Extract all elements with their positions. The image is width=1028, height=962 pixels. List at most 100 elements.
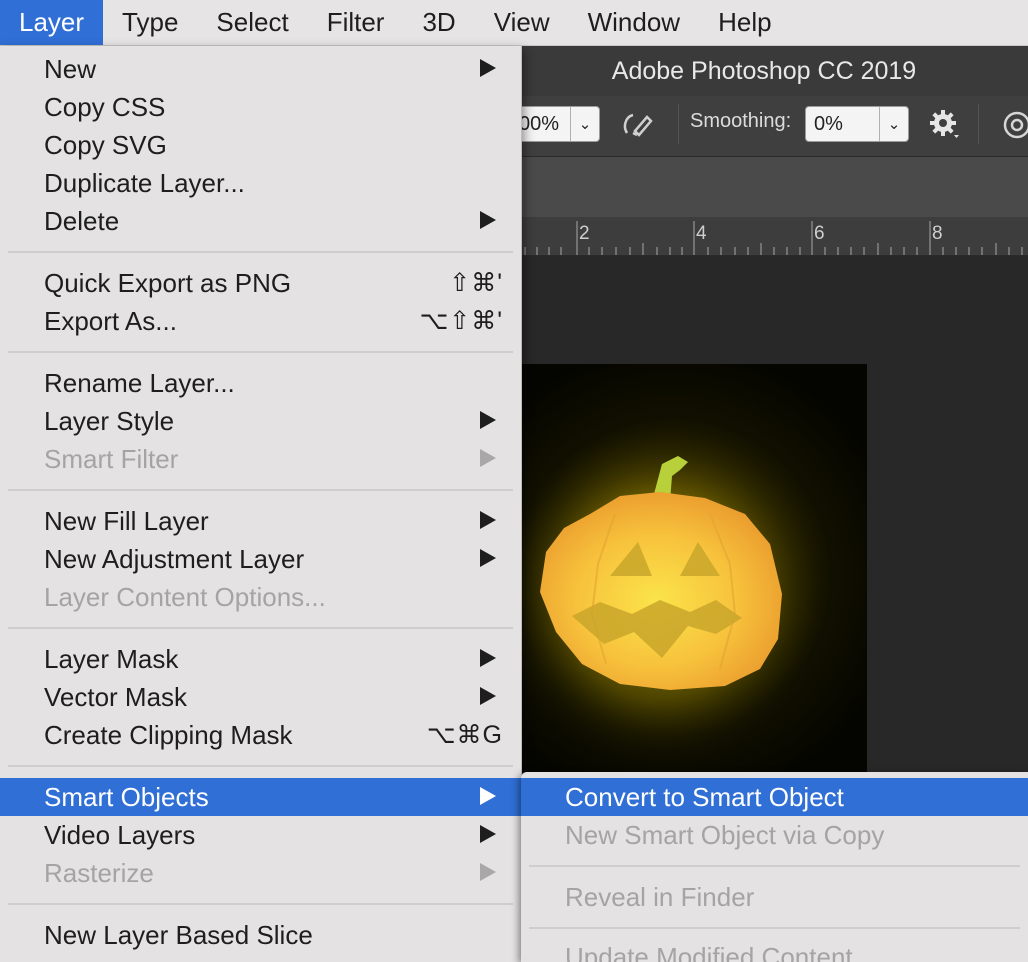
menu-item-label: Reveal in Finder [565,882,755,912]
toolbar-divider [978,104,979,144]
submenu-arrow-icon [480,687,496,705]
menu-item-label: New Layer Based Slice [44,920,313,950]
document-tab-bar [520,157,1028,217]
menubar-3d[interactable]: 3D [403,0,474,45]
menu-item-label: Export As... [44,306,177,336]
smoothing-select[interactable]: 0% ⌄ [805,106,909,142]
menu-item-label: Create Clipping Mask [44,720,293,750]
menu-item-delete[interactable]: Delete [0,202,521,240]
submenu-arrow-icon [480,787,496,805]
menu-separator [8,251,513,253]
shortcut-label: ⌥⇧⌘' [419,307,503,335]
airbrush-icon[interactable] [620,106,656,142]
menu-separator [8,489,513,491]
ruler-label: 2 [579,223,590,244]
submenu-arrow-icon [480,511,496,529]
flow-select[interactable]: 00% ⌄ [510,106,600,142]
submenu-arrow-icon [480,59,496,77]
ruler-label: 6 [814,223,825,244]
ruler-label: 8 [932,223,943,244]
menu-item-label: Duplicate Layer... [44,168,245,198]
submenu-arrow-icon [480,649,496,667]
menu-item-label: Layer Style [44,406,175,436]
gear-icon[interactable] [926,106,962,142]
horizontal-ruler: 2 4 6 8 [520,217,1028,256]
menu-item-quick-export-png[interactable]: Quick Export as PNG ⇧⌘' [0,264,521,302]
menu-item-label: Copy SVG [44,130,167,160]
menu-item-label: Video Layers [44,820,196,850]
options-bar: 00% ⌄ Smoothing: 0% ⌄ [510,96,1028,157]
menu-separator [8,765,513,767]
pumpkin-image [520,419,830,769]
menu-item-label: Smart Objects [44,782,209,812]
menu-item-duplicate-layer[interactable]: Duplicate Layer... [0,164,521,202]
menu-item-label: Copy CSS [44,92,166,122]
menu-item-label: Layer Mask [44,644,179,674]
smart-objects-submenu: Convert to Smart Object New Smart Object… [521,772,1028,962]
menubar-view[interactable]: View [475,0,569,45]
menu-bar: Layer Type Select Filter 3D View Window … [0,0,1028,46]
smoothing-label: Smoothing: [690,110,792,132]
menu-item-rename-layer[interactable]: Rename Layer... [0,364,521,402]
window-title: Adobe Photoshop CC 2019 [611,56,917,85]
menubar-select[interactable]: Select [197,0,307,45]
submenu-arrow-icon [480,549,496,567]
menu-item-export-as[interactable]: Export As... ⌥⇧⌘' [0,302,521,340]
menu-item-label: Vector Mask [44,682,188,712]
chevron-down-icon: ⌄ [570,107,599,141]
menu-item-reveal-in-finder: Reveal in Finder [521,878,1028,916]
menu-item-label: New Fill Layer [44,506,209,536]
submenu-arrow-icon [480,211,496,229]
menu-item-new-smart-object-via-copy: New Smart Object via Copy [521,816,1028,854]
menubar-window[interactable]: Window [569,0,699,45]
menu-item-copy-css[interactable]: Copy CSS [0,88,521,126]
submenu-arrow-icon [480,449,496,467]
shortcut-label: ⇧⌘' [449,269,503,297]
menu-item-new-layer-based-slice[interactable]: New Layer Based Slice [0,916,521,954]
menu-separator [529,865,1020,867]
submenu-arrow-icon [480,863,496,881]
menu-item-vector-mask[interactable]: Vector Mask [0,678,521,716]
menu-item-label: Smart Filter [44,444,179,474]
menu-item-label: Rasterize [44,858,154,888]
menu-separator [8,627,513,629]
document-canvas[interactable] [520,364,867,772]
menu-item-layer-mask[interactable]: Layer Mask [0,640,521,678]
submenu-arrow-icon [480,411,496,429]
menu-item-label: Delete [44,206,120,236]
menu-item-label: New Adjustment Layer [44,544,305,574]
pressure-icon[interactable] [998,106,1028,142]
menu-item-rasterize: Rasterize [0,854,521,892]
menubar-filter[interactable]: Filter [308,0,404,45]
menu-item-copy-svg[interactable]: Copy SVG [0,126,521,164]
menu-item-new-adjustment-layer[interactable]: New Adjustment Layer [0,540,521,578]
shortcut-label: ⌥⌘G [426,721,503,749]
menu-separator [8,351,513,353]
ruler-label: 4 [696,223,707,244]
menu-item-label: New Smart Object via Copy [565,820,885,850]
smoothing-value: 0% [814,112,843,135]
menu-item-new[interactable]: New [0,50,521,88]
menu-item-new-fill-layer[interactable]: New Fill Layer [0,502,521,540]
menu-item-label: Layer Content Options... [44,582,326,612]
menubar-layer[interactable]: Layer [0,0,104,45]
submenu-arrow-icon [480,825,496,843]
window-title-bar: Adobe Photoshop CC 2019 [520,46,1028,96]
ruler-ticks [524,221,1023,255]
menu-item-video-layers[interactable]: Video Layers [0,816,521,854]
menubar-type[interactable]: Type [103,0,197,45]
menu-item-smart-filter: Smart Filter [0,440,521,478]
menu-item-label: Rename Layer... [44,368,235,398]
menu-item-smart-objects[interactable]: Smart Objects [0,778,521,816]
menu-item-label: Convert to Smart Object [565,782,844,812]
menu-separator [529,927,1020,929]
menu-item-update-modified-content: Update Modified Content [521,938,1028,962]
menu-item-label: Update Modified Content [565,942,853,962]
layer-menu: New Copy CSS Copy SVG Duplicate Layer...… [0,46,522,962]
menu-item-label: New [44,54,97,84]
menu-item-convert-to-smart-object[interactable]: Convert to Smart Object [521,778,1028,816]
menu-item-create-clipping-mask[interactable]: Create Clipping Mask ⌥⌘G [0,716,521,754]
menu-item-layer-content-options: Layer Content Options... [0,578,521,616]
menu-item-layer-style[interactable]: Layer Style [0,402,521,440]
menubar-help[interactable]: Help [699,0,790,45]
